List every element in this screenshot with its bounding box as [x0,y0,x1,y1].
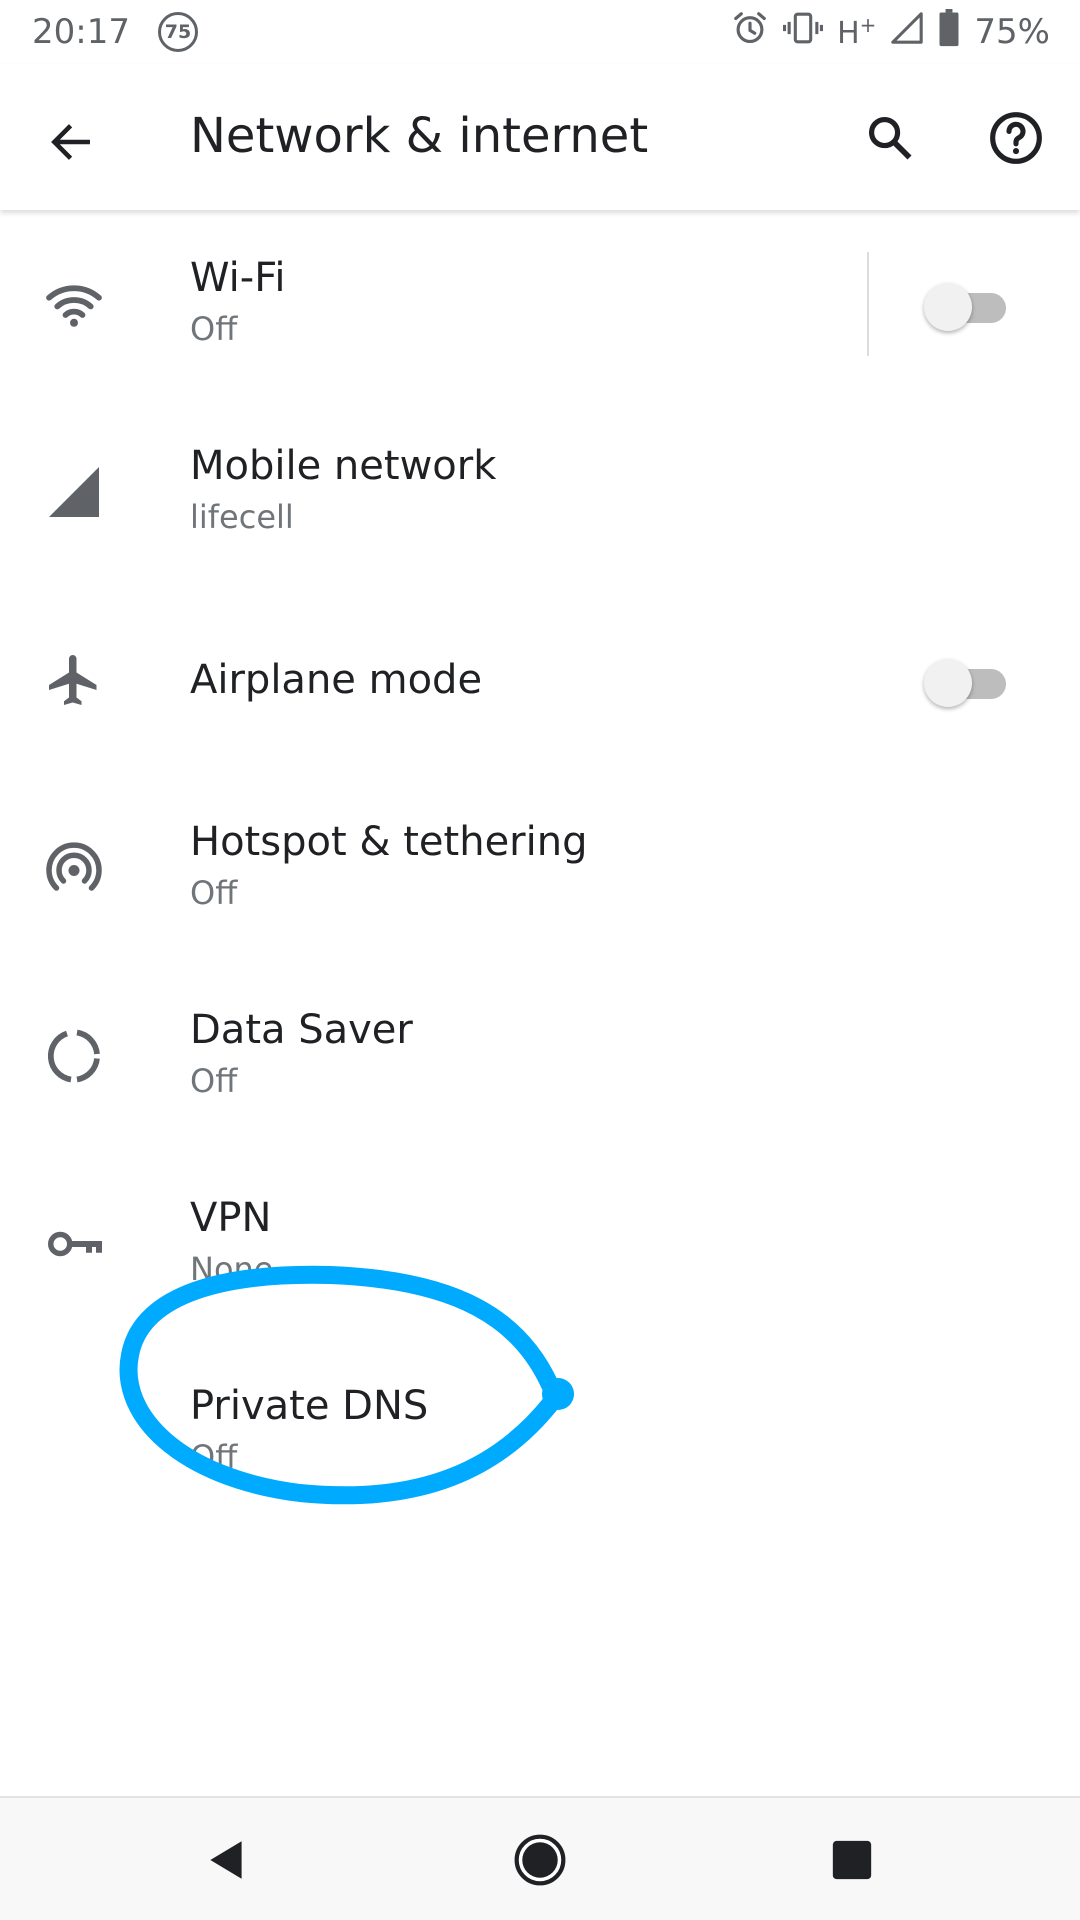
setting-summary: Off [190,310,238,348]
setting-hotspot-text: Hotspot & tethering Off [190,816,850,918]
nav-home-button[interactable] [500,1820,580,1900]
help-icon [990,112,1042,164]
setting-vpn[interactable]: VPN None [0,1152,1080,1340]
navigation-bar [0,1796,1080,1920]
screen: 20:17 75 H+ 75% Network & internet Wi-Fi… [0,0,1080,1920]
setting-private-dns[interactable]: Private DNS Off [0,1340,1080,1528]
back-arrow-icon [51,124,90,160]
back-button[interactable] [33,104,109,180]
setting-summary: None [190,1250,274,1288]
setting-airplane-mode-text: Airplane mode [190,654,850,706]
hotspot-icon [44,838,104,898]
setting-private-dns-text: Private DNS Off [190,1380,850,1482]
alarm-icon [731,9,769,56]
vpn-key-icon [44,1214,104,1274]
airplane-icon [44,650,104,710]
status-right: H+ 75% [717,8,1050,56]
search-icon [868,116,912,160]
notification-badge: 75 [157,12,198,52]
network-type: H+ [837,13,876,51]
divider [867,252,869,356]
setting-data-saver[interactable]: Data Saver Off [0,964,1080,1152]
switch-thumb [924,283,972,331]
setting-vpn-text: VPN None [190,1192,850,1294]
setting-wifi-text: Wi-Fi Off [190,252,850,354]
home-circle-icon [514,1834,566,1886]
cell-signal-icon [890,11,924,54]
setting-summary: Off [190,1062,238,1100]
status-bar: 20:17 75 H+ 75% [0,0,1080,64]
search-button[interactable] [852,100,928,176]
nav-recents-button[interactable] [812,1820,892,1900]
setting-data-saver-text: Data Saver Off [190,1004,850,1106]
setting-title: Hotspot & tethering [190,819,588,865]
app-bar: Network & internet [0,64,1080,210]
page-title: Network & internet [190,108,649,164]
setting-mobile-network-text: Mobile network lifecell [190,440,850,542]
setting-title: Wi-Fi [190,255,286,301]
network-type-label: H [837,16,860,51]
data-saver-icon [44,1026,104,1086]
setting-title: VPN [190,1195,272,1241]
setting-title: Private DNS [190,1383,429,1429]
vibrate-icon [783,9,824,56]
airplane-mode-toggle[interactable] [924,658,1008,708]
setting-airplane-mode[interactable]: Airplane mode [0,588,1080,776]
settings-list: Wi-Fi Off Mobile network lifecell Airpla… [0,212,1080,1528]
setting-title: Mobile network [190,443,497,489]
back-triangle-icon [210,1841,242,1879]
recents-square-icon [832,1840,872,1880]
setting-summary: Off [190,874,238,912]
setting-summary: Off [190,1438,238,1476]
battery-percent: 75% [974,12,1050,52]
wifi-icon [44,274,104,334]
network-type-suffix: + [859,13,877,37]
status-time: 20:17 [32,12,130,52]
wifi-toggle[interactable] [924,282,1008,332]
help-button[interactable] [978,100,1054,176]
status-left: 20:17 75 [32,12,198,52]
setting-title: Airplane mode [190,657,483,703]
nav-back-button[interactable] [187,1820,267,1900]
setting-wifi[interactable]: Wi-Fi Off [0,212,1080,400]
setting-title: Data Saver [190,1007,413,1053]
signal-icon [44,462,104,522]
switch-thumb [924,659,972,707]
setting-summary: lifecell [190,498,294,536]
setting-mobile-network[interactable]: Mobile network lifecell [0,400,1080,588]
battery-icon [938,8,960,56]
setting-hotspot[interactable]: Hotspot & tethering Off [0,776,1080,964]
